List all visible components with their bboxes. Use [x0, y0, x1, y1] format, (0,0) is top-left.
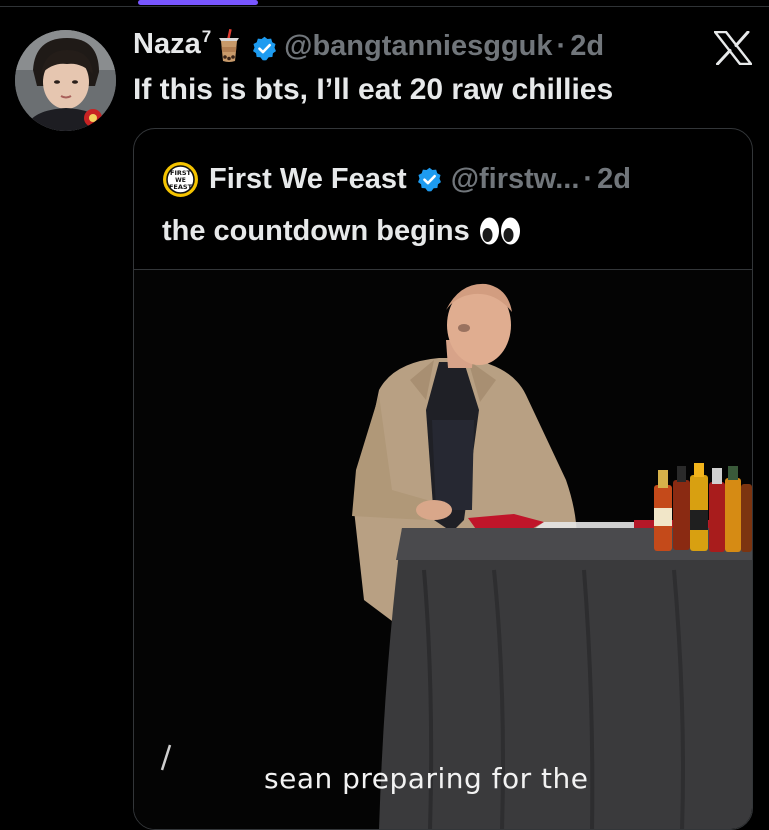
x-logo-icon[interactable] [713, 30, 753, 66]
divider [0, 6, 769, 7]
video-caption: sean preparing for the [264, 762, 589, 795]
tweet-text: If this is bts, I’ll eat 20 raw chillies [133, 73, 614, 106]
author-name[interactable]: Naza7 [133, 24, 211, 68]
name-superscript: 7 [201, 27, 212, 46]
video-media[interactable]: sean preparing for the [134, 269, 752, 829]
quoted-author-name[interactable]: First We Feast [209, 163, 407, 196]
quoted-tweet-card[interactable]: FIRST WE FEAST First We Feast @firstw...… [133, 128, 753, 830]
quoted-tweet-text-content: the countdown begins [162, 215, 470, 247]
separator-dot: · [583, 162, 594, 195]
author-handle[interactable]: @bangtanniesgguk [284, 26, 552, 66]
tweet-header: Naza7 @bangtanniesgguk · 2d [133, 26, 604, 66]
verified-badge-icon [251, 33, 278, 60]
quoted-timestamp[interactable]: 2d [597, 163, 631, 196]
video-frame [134, 270, 752, 829]
svg-text:FIRST: FIRST [170, 169, 192, 177]
eyes-icon [479, 216, 521, 246]
quoted-tweet-header: FIRST WE FEAST First We Feast @firstw...… [162, 159, 631, 199]
timestamp[interactable]: 2d [570, 26, 604, 66]
svg-text:FEAST: FEAST [169, 183, 193, 191]
avatar-image [15, 30, 116, 131]
avatar[interactable] [15, 30, 116, 131]
bubble-tea-icon [217, 28, 241, 63]
quoted-tweet-text: the countdown begins [162, 211, 521, 251]
quoted-author-handle[interactable]: @firstw... [451, 163, 580, 196]
first-we-feast-logo-icon[interactable]: FIRST WE FEAST [162, 161, 199, 198]
verified-badge-icon [416, 166, 443, 193]
separator-dot: · [556, 30, 567, 62]
active-tab-indicator [138, 0, 258, 5]
